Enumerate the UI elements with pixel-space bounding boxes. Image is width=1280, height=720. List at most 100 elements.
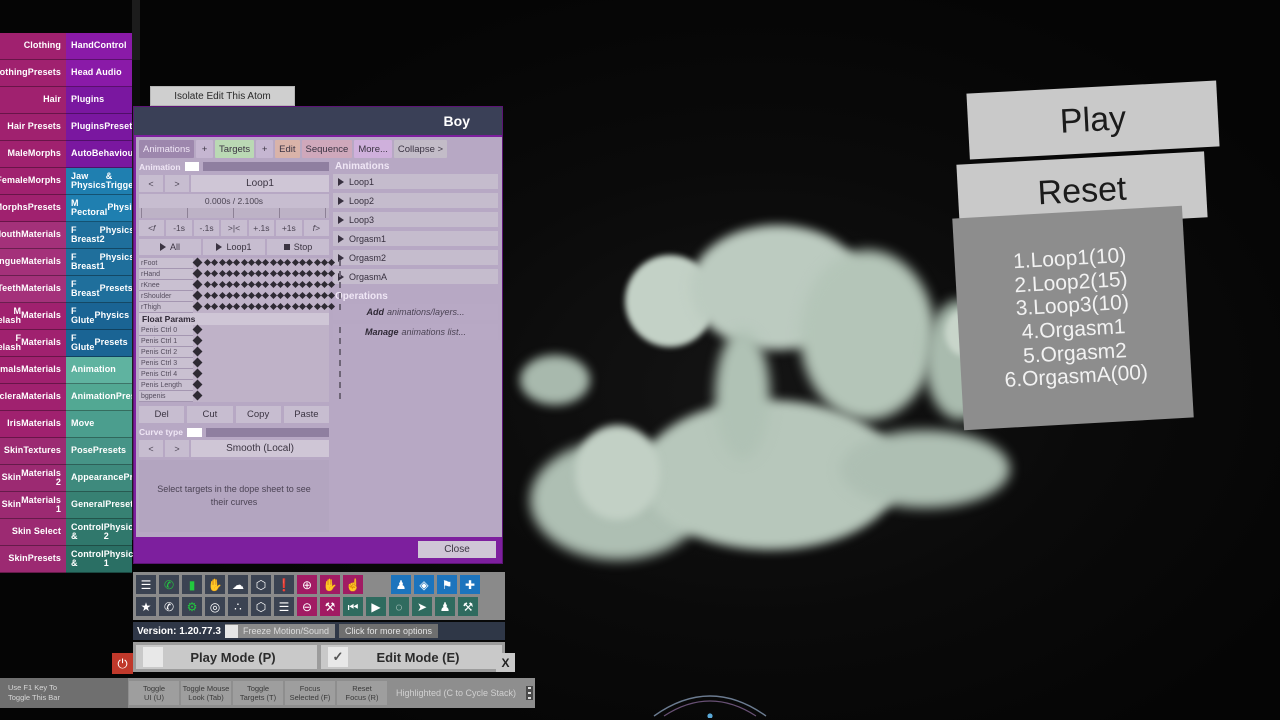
hint-button-3[interactable]: Focus Selected (F) — [285, 681, 335, 705]
sidebar-item-right-13[interactable]: AnimationPresets — [66, 384, 149, 411]
float-param-track[interactable] — [192, 390, 341, 402]
sidebar-item-left-13[interactable]: ScleraMaterials — [0, 384, 66, 411]
float-param-label[interactable]: Penis Ctrl 4 — [139, 369, 193, 379]
float-param-label[interactable]: Penis Ctrl 1 — [139, 336, 193, 346]
tab-[interactable]: + — [196, 140, 213, 158]
sidebar-item-right-5[interactable]: Jaw Physics & Triggers — [66, 168, 142, 195]
sidebar-column-left[interactable]: ClothingClothingPresetsHairHair PresetsM… — [0, 33, 66, 573]
current-animation-field[interactable]: Loop1 — [191, 175, 329, 192]
copy-button[interactable]: Copy — [235, 406, 281, 423]
curve-toggle[interactable] — [186, 427, 202, 437]
sidebar-item-left-14[interactable]: Iris Materials — [0, 411, 66, 438]
people-icon[interactable]: ♟ — [435, 597, 455, 616]
sidebar-item-left-0[interactable]: Clothing — [0, 33, 66, 60]
sidebar-item-left-11[interactable]: F EyelashMaterials — [0, 330, 66, 357]
dope-row-label[interactable]: rHand — [139, 269, 193, 279]
sidebar-item-right-3[interactable]: Plugins Presets — [66, 114, 137, 141]
sidebar-item-left-10[interactable]: M EyelashMaterials — [0, 303, 66, 330]
plus-icon[interactable]: ✚ — [460, 575, 480, 594]
sidebar-item-right-1[interactable]: Head Audio — [66, 60, 132, 87]
open-box-icon[interactable]: ⬡ — [251, 597, 271, 616]
tab-sequence[interactable]: Sequence — [301, 140, 353, 158]
del-button[interactable]: Del — [139, 406, 185, 423]
play-mode-checkbox[interactable] — [143, 647, 163, 667]
operation-item[interactable]: Manage animations list... — [333, 324, 498, 340]
edit-mode-checkbox[interactable]: ✓ — [328, 647, 348, 667]
animations-list[interactable]: Loop1 Loop2 Loop3 Orgasm1 Orgasm2 OrgasmA — [333, 174, 498, 284]
sidebar-item-right-15[interactable]: Pose Presets — [66, 438, 132, 465]
animation-slider-row[interactable]: Animation — [139, 160, 329, 173]
dope-row-label[interactable]: rFoot — [139, 258, 193, 268]
main-toolbar[interactable]: ☰ ✆ ▮ ✋ ☁ ⬡ ❗ ⊕ ✋ ☝ ♟ ◈ ⚑ ✚ ★ ✆ ⚙ ◎ ∴ ⬡ ☰ ⊖ ⚒ ⏮ ▶ ◌ ➤ ♟ ⚒ — [133, 572, 505, 620]
remove-person-icon[interactable]: ⊖ — [297, 597, 317, 616]
tab-edit[interactable]: Edit — [275, 140, 300, 158]
curve-next-button[interactable]: > — [165, 440, 189, 457]
dope-row-label[interactable]: rThigh — [139, 302, 193, 312]
float-param-label[interactable]: Penis Ctrl 3 — [139, 358, 193, 368]
dope-sheet[interactable]: rFoot rHand rKnee rShoulder rThigh Float Para… — [139, 257, 341, 402]
animation-item[interactable]: Orgasm1 — [333, 231, 498, 246]
play-current-button[interactable]: Loop1 — [203, 239, 265, 255]
sidebar-item-right-14[interactable]: Move — [66, 411, 132, 438]
sidebar-item-right-18[interactable]: Control & Physics 2 — [66, 519, 138, 546]
camera-icon[interactable]: ◎ — [205, 597, 225, 616]
star-icon[interactable]: ★ — [136, 597, 156, 616]
mode-bar[interactable]: Play Mode (P) ✓ Edit Mode (E) — [133, 642, 505, 672]
sidebar-item-left-4[interactable]: Male Morphs — [0, 141, 66, 168]
play-mode-button[interactable]: Play Mode (P) — [136, 645, 317, 669]
animation-item[interactable]: Loop3 — [333, 212, 498, 227]
package-icon[interactable]: ⬡ — [251, 575, 271, 594]
curve-selector-row[interactable]: < > Smooth (Local) — [139, 440, 329, 457]
hint-button-1[interactable]: Toggle Mouse Look (Tab) — [181, 681, 231, 705]
sidebar-item-right-16[interactable]: AppearancePresets — [66, 465, 157, 492]
sidebar-item-left-1[interactable]: ClothingPresets — [0, 60, 66, 87]
sidebar-item-left-18[interactable]: Skin Select — [0, 519, 66, 546]
isolate-edit-this-atom-button[interactable]: Isolate Edit This Atom — [150, 86, 295, 106]
sidebar-item-right-9[interactable]: F Breast Presets — [66, 276, 133, 303]
curve-type-row[interactable]: Curve type — [139, 426, 329, 438]
dope-track[interactable] — [192, 279, 341, 291]
animation-item[interactable]: OrgasmA — [333, 269, 498, 284]
dope-row[interactable]: rShoulder — [139, 290, 341, 302]
animation-item[interactable]: Loop1 — [333, 174, 498, 189]
float-param-label[interactable]: bgpenis — [139, 391, 193, 401]
timeline-scrubber[interactable] — [139, 208, 329, 218]
sidebar-item-left-2[interactable]: Hair — [0, 87, 66, 114]
save-icon[interactable]: ✋ — [205, 575, 225, 594]
dope-track[interactable] — [192, 257, 341, 269]
skip-back-icon[interactable]: ⏮ — [343, 597, 363, 616]
pointer-hand-icon[interactable]: ☝ — [343, 575, 363, 594]
operation-item[interactable]: Add animations/layers... — [333, 304, 498, 320]
animation-toggle[interactable] — [184, 162, 199, 171]
sidebar-item-left-6[interactable]: MorphsPresets — [0, 195, 66, 222]
sidebar-item-right-19[interactable]: Control & Physics 1 — [66, 546, 138, 573]
hint-overflow-button[interactable] — [523, 678, 535, 708]
sidebar-item-right-6[interactable]: M Pectoral Physics — [66, 195, 142, 222]
paste-button[interactable]: Paste — [283, 406, 329, 423]
seek-button-3[interactable]: >|< — [221, 220, 247, 236]
sidebar-item-right-7[interactable]: F Breast Physics 2 — [66, 222, 134, 249]
sidebar-item-right-4[interactable]: Auto Behaviours — [66, 141, 142, 168]
stop-button[interactable]: Stop — [267, 239, 329, 255]
unity-icon[interactable]: ◈ — [414, 575, 434, 594]
dope-row-label[interactable]: rKnee — [139, 280, 193, 290]
info-icon[interactable]: ❗ — [274, 575, 294, 594]
playback-button-row[interactable]: All Loop1 Stop — [139, 239, 329, 255]
node-graph-icon[interactable]: ∴ — [228, 597, 248, 616]
float-param-row[interactable]: bgpenis — [139, 390, 341, 402]
play-icon[interactable]: ▶ — [366, 597, 386, 616]
dope-row[interactable]: rHand — [139, 268, 341, 280]
float-param-row[interactable]: Penis Ctrl 0 — [139, 324, 341, 336]
curve-prev-button[interactable]: < — [139, 440, 163, 457]
float-param-label[interactable]: Penis Length — [139, 380, 193, 390]
play-all-button[interactable]: All — [139, 239, 201, 255]
cut-button[interactable]: Cut — [187, 406, 233, 423]
sidebar-item-right-2[interactable]: Plugins — [66, 87, 132, 114]
dope-row[interactable]: rThigh — [139, 301, 341, 313]
sidebar-item-left-3[interactable]: Hair Presets — [0, 114, 66, 141]
hint-button-2[interactable]: Toggle Targets (T) — [233, 681, 283, 705]
tab-targets[interactable]: Targets — [215, 140, 255, 158]
open-scene-icon[interactable]: ✆ — [159, 575, 179, 594]
operations-list[interactable]: Add animations/layers... Manage animation… — [333, 304, 498, 340]
toolbar-row-1[interactable]: ☰ ✆ ▮ ✋ ☁ ⬡ ❗ ⊕ ✋ ☝ ♟ ◈ ⚑ ✚ — [136, 575, 502, 594]
